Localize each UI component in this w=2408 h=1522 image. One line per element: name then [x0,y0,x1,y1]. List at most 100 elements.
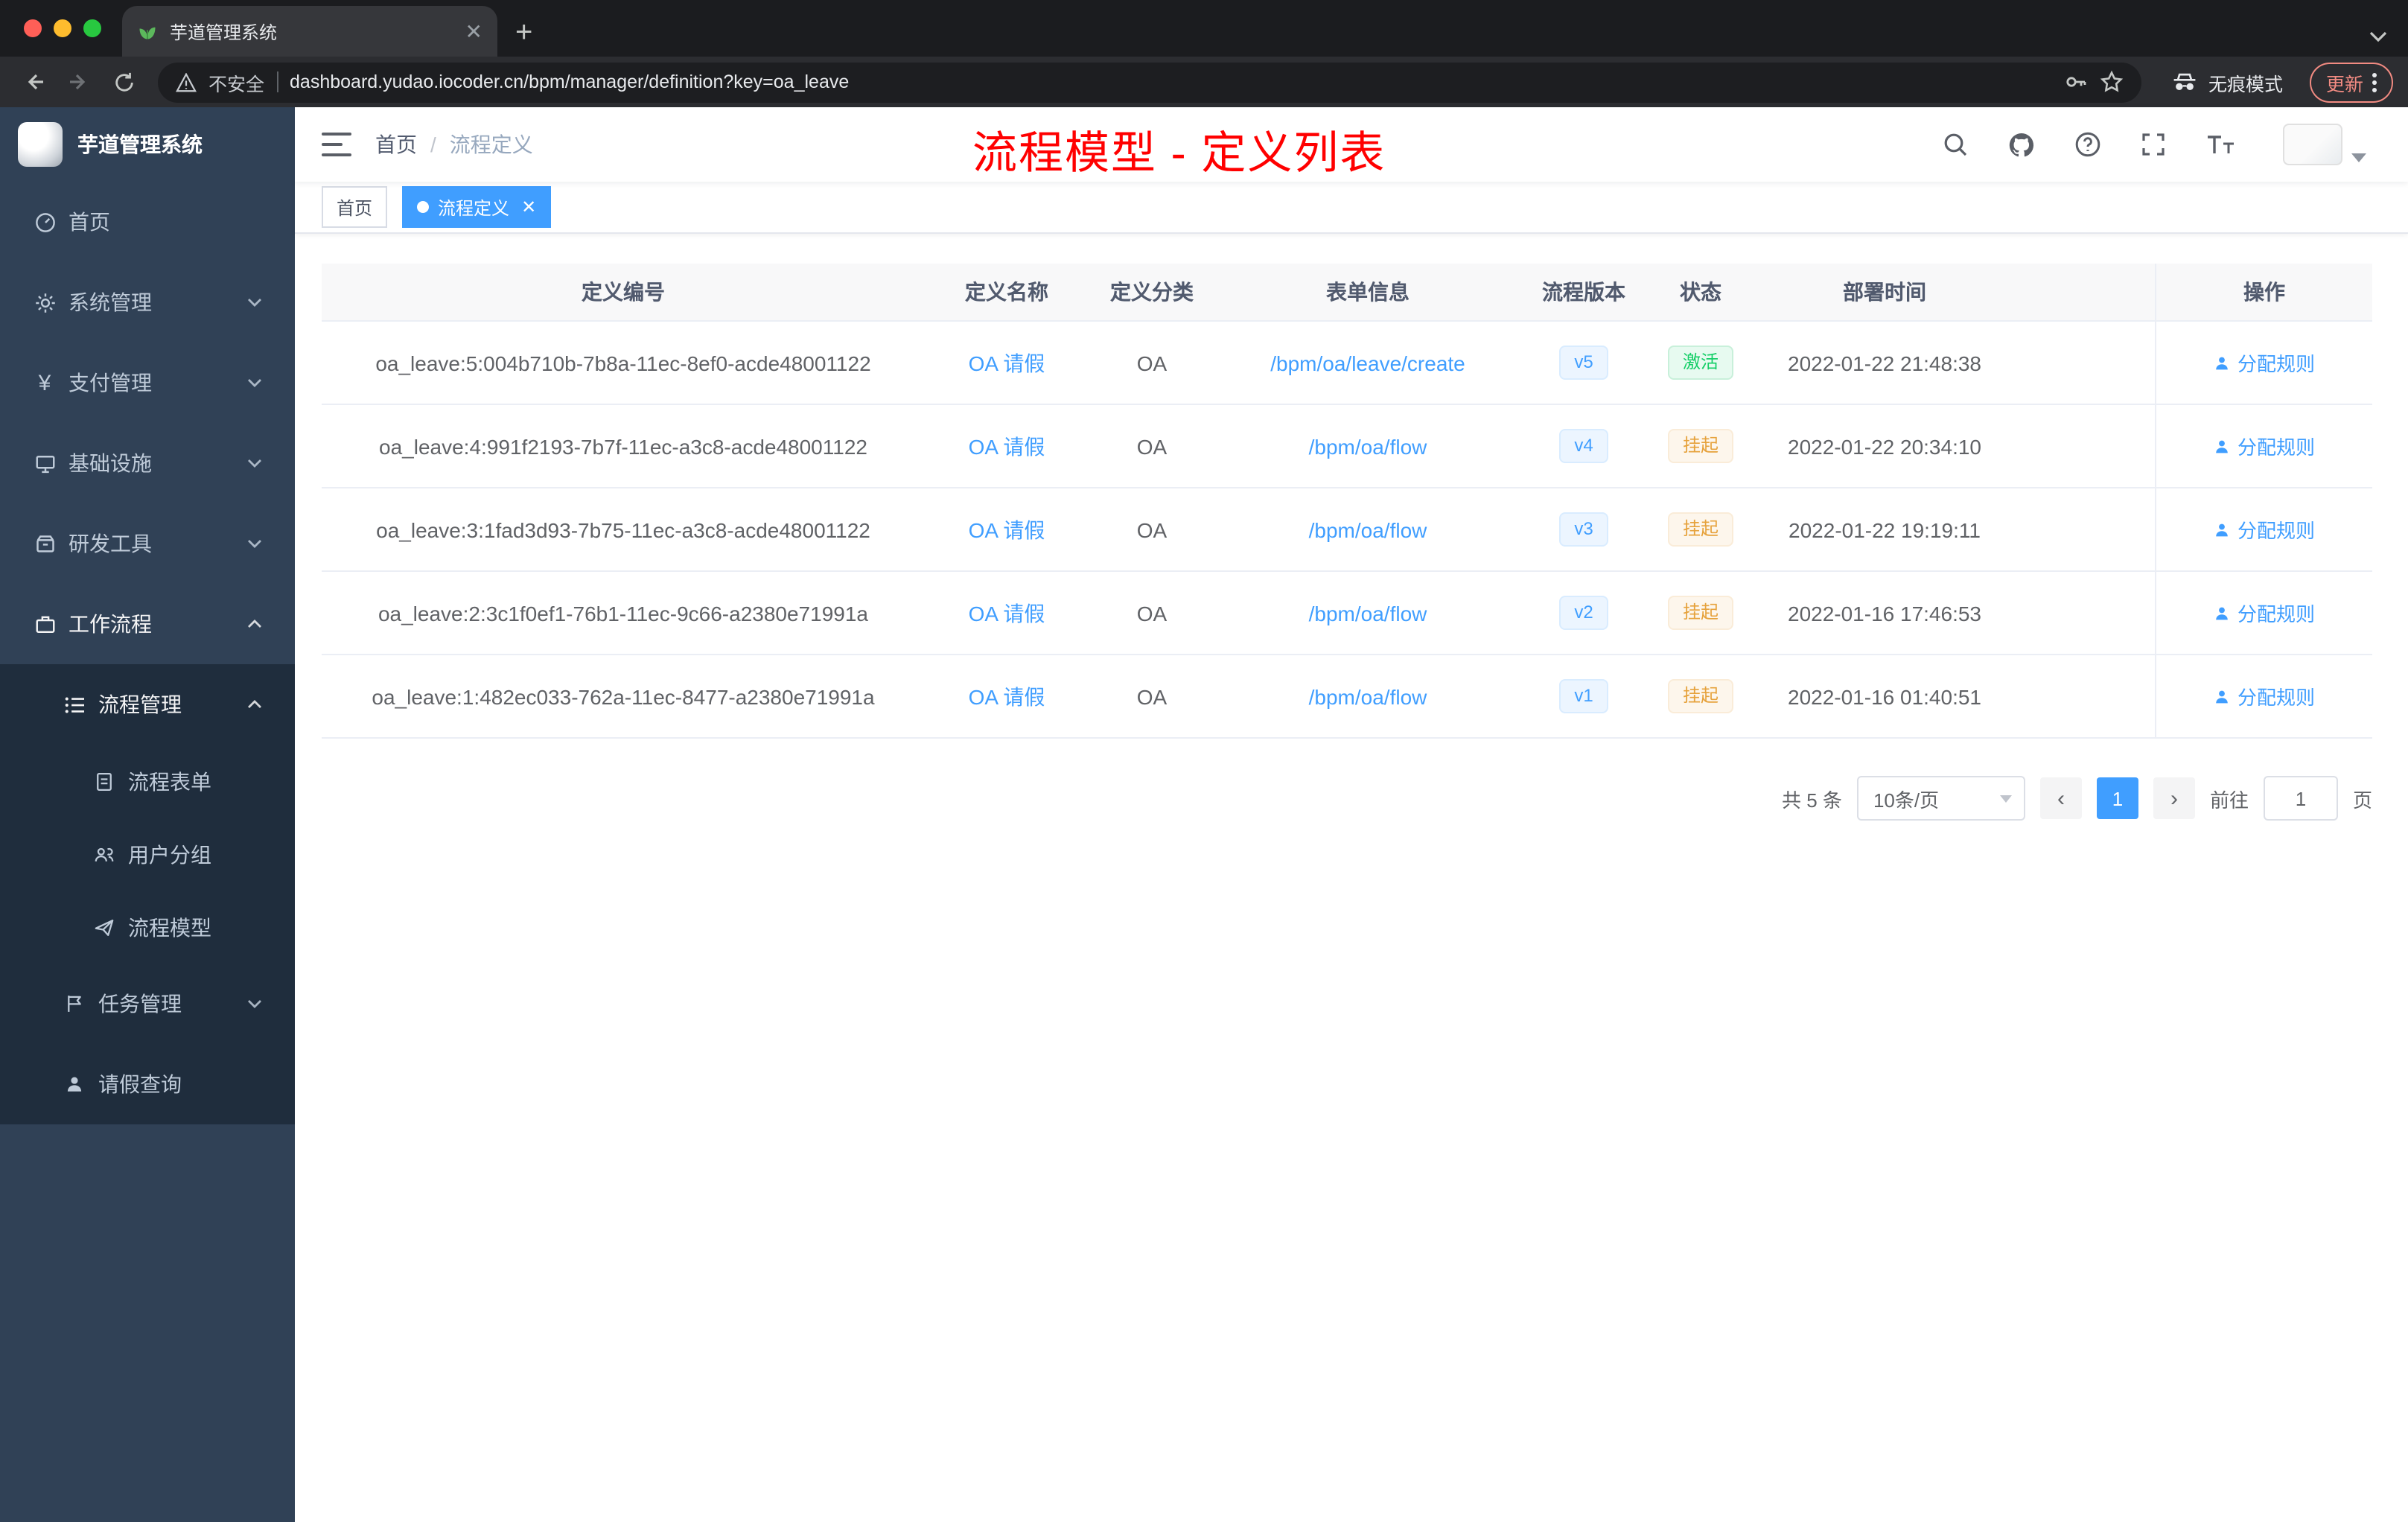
users-icon [92,842,116,866]
screen: 芋道管理系统 ✕ + 不安全 dashboard.yudao.iocoder.c… [0,0,2408,1522]
version-tag: v4 [1559,428,1608,464]
form-link[interactable]: /bpm/oa/leave/create [1270,351,1465,375]
sidebar-menu: 首页 系统管理 ¥ 支付管理 基础设施 研发工具 工作流程 流程管理 流程表单 … [0,182,295,1522]
deploy-time: 2022-01-16 01:40:51 [1788,684,1981,708]
minimize-window-button[interactable] [54,19,71,37]
pagination: 共 5 条 10条/页 ‹ 1 › 前往 页 [322,776,2372,821]
deploy-time: 2022-01-22 21:48:38 [1788,351,1981,375]
password-key-icon[interactable] [2064,70,2088,94]
row-spacer [2015,488,2155,570]
page-1-button[interactable]: 1 [2096,777,2138,819]
hamburger-icon[interactable] [322,133,351,156]
version-tag: v1 [1559,678,1608,714]
definition-category: OA [1136,684,1168,708]
document-icon [92,769,116,793]
briefcase-icon [33,612,57,636]
status-badge: 挂起 [1667,512,1733,547]
sidebar-item-home[interactable]: 首页 [0,182,295,262]
sidebar-item-process-form[interactable]: 流程表单 [0,745,295,818]
definition-id: oa_leave:2:3c1f0ef1-76b1-11ec-9c66-a2380… [378,601,868,625]
version-tag: v5 [1559,345,1608,380]
goto-label: 前往 [2209,789,2249,811]
yen-icon: ¥ [38,370,51,395]
assign-rule-link[interactable]: 分配规则 [2214,515,2315,544]
tag-close-icon[interactable]: ✕ [521,198,536,216]
sidebar-item-payment[interactable]: ¥ 支付管理 [0,343,295,423]
browser-tab-strip: 芋道管理系统 ✕ + [0,0,2408,57]
sidebar-item-infrastructure[interactable]: 基础设施 [0,423,295,503]
user-icon [2217,439,2229,453]
assign-rule-link[interactable]: 分配规则 [2214,432,2315,460]
definition-name-link[interactable]: OA 请假 [969,598,1045,628]
sidebar-item-label: 任务管理 [98,992,182,1016]
tab-search-button[interactable] [2369,31,2387,43]
page-size-select[interactable]: 10条/页 [1856,776,2025,821]
logo-avatar [18,122,63,167]
status-badge: 挂起 [1667,595,1733,631]
goto-page-input[interactable] [2263,776,2338,821]
incognito-icon [2173,73,2196,90]
breadcrumb: 首页 / 流程定义 [375,130,533,159]
fullscreen-icon[interactable] [2140,131,2167,158]
breadcrumb-home[interactable]: 首页 [375,130,417,159]
form-link[interactable]: /bpm/oa/flow [1309,684,1427,708]
assign-rule-link[interactable]: 分配规则 [2214,599,2315,627]
user-icon [2217,606,2229,620]
tab-title: 芋道管理系统 [170,22,278,42]
browser-toolbar: 不安全 dashboard.yudao.iocoder.cn/bpm/manag… [0,57,2408,107]
tag-home[interactable]: 首页 [322,186,388,228]
avatar-dropdown-icon[interactable] [2351,153,2366,162]
definition-name-link[interactable]: OA 请假 [969,681,1045,711]
browser-tab[interactable]: 芋道管理系统 ✕ [122,6,497,57]
annotation-title: 流程模型 - 定义列表 [972,130,1386,179]
back-button[interactable] [15,63,54,101]
sidebar-item-workflow[interactable]: 工作流程 [0,584,295,664]
bookmark-star-icon[interactable] [2100,70,2124,94]
sidebar-item-dev-tools[interactable]: 研发工具 [0,503,295,584]
tag-process-definition[interactable]: 流程定义 ✕ [402,186,552,228]
column-header: 部署时间 [1843,280,1926,304]
table-row: oa_leave:5:004b710b-7b8a-11ec-8ef0-acde4… [322,322,2372,405]
next-page-button[interactable]: › [2153,777,2195,819]
definition-name-link[interactable]: OA 请假 [969,515,1045,544]
help-icon[interactable] [2074,131,2101,158]
sidebar-item-system[interactable]: 系统管理 [0,262,295,343]
page-content: 定义编号 定义名称 定义分类 表单信息 流程版本 状态 部署时间 操作 oa_l… [295,234,2408,1522]
user-icon [2217,523,2229,536]
form-link[interactable]: /bpm/oa/flow [1309,601,1427,625]
browser-update-button[interactable]: 更新 [2309,62,2393,102]
chevron-up-icon [247,620,262,628]
sidebar-item-process-model[interactable]: 流程模型 [0,891,295,964]
definition-name-link[interactable]: OA 请假 [969,348,1045,378]
tab-close-icon[interactable]: ✕ [465,21,482,42]
column-header: 操作 [2155,264,2372,320]
github-icon[interactable] [2007,130,2036,159]
form-link[interactable]: /bpm/oa/flow [1309,434,1427,458]
sidebar-item-leave-query[interactable]: 请假查询 [0,1044,295,1124]
address-bar[interactable]: 不安全 dashboard.yudao.iocoder.cn/bpm/manag… [158,62,2141,102]
dashboard-icon [33,210,57,234]
user-icon [2217,690,2229,703]
assign-rule-link[interactable]: 分配规则 [2214,682,2315,710]
sidebar-item-user-group[interactable]: 用户分组 [0,818,295,891]
table-header-row: 定义编号 定义名称 定义分类 表单信息 流程版本 状态 部署时间 操作 [322,264,2372,322]
forward-button[interactable] [60,63,98,101]
font-size-icon[interactable] [2205,131,2235,158]
assign-rule-link[interactable]: 分配规则 [2214,348,2315,377]
user-avatar[interactable] [2283,124,2366,165]
form-link[interactable]: /bpm/oa/flow [1309,518,1427,541]
reload-button[interactable] [104,63,143,101]
sidebar-item-process-management[interactable]: 流程管理 [0,664,295,745]
sidebar-item-label: 流程管理 [98,692,182,716]
zoom-window-button[interactable] [83,19,101,37]
search-icon[interactable] [1942,131,1969,158]
column-header: 定义编号 [582,280,665,304]
more-menu-icon[interactable] [2372,72,2377,92]
definition-name-link[interactable]: OA 请假 [969,431,1045,461]
table-row: oa_leave:4:991f2193-7b7f-11ec-a3c8-acde4… [322,405,2372,488]
new-tab-button[interactable]: + [515,18,532,48]
sidebar-item-label: 基础设施 [69,451,152,475]
sidebar-item-task-management[interactable]: 任务管理 [0,964,295,1044]
prev-page-button[interactable]: ‹ [2039,777,2082,819]
close-window-button[interactable] [24,19,42,37]
